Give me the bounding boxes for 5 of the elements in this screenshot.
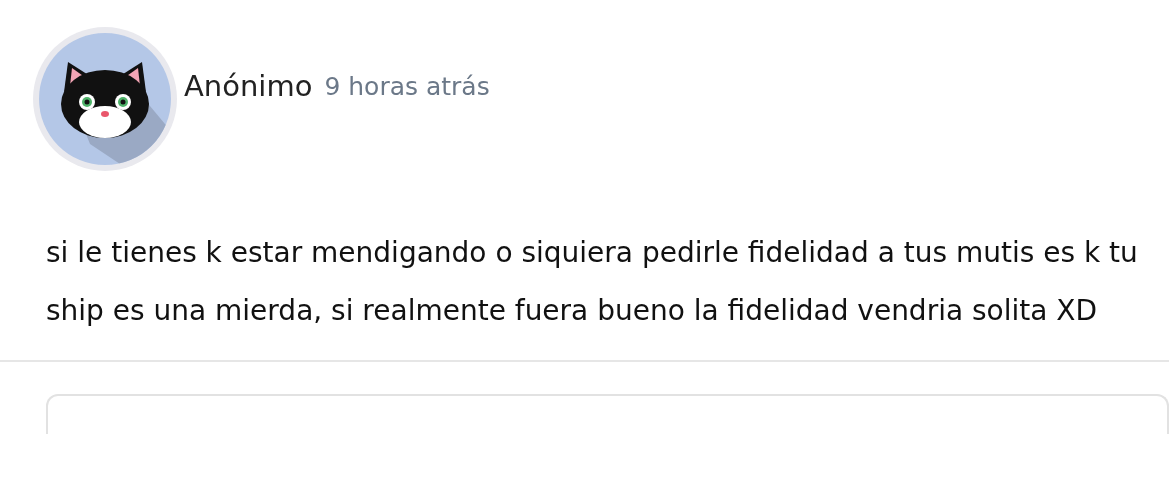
input-field[interactable] [46, 394, 1169, 434]
comment-text: si le tienes k estar mendigando o siquiera pedirle fidelidad a tus mutis es k tu ship es una mierda, si realmente fuera bueno la fidelidad vendria solita XD [46, 235, 1139, 329]
author-name[interactable]: Anónimo [184, 65, 313, 109]
cat-avatar-icon [30, 24, 180, 174]
comment-time: 9 horas atrás [324, 71, 490, 104]
